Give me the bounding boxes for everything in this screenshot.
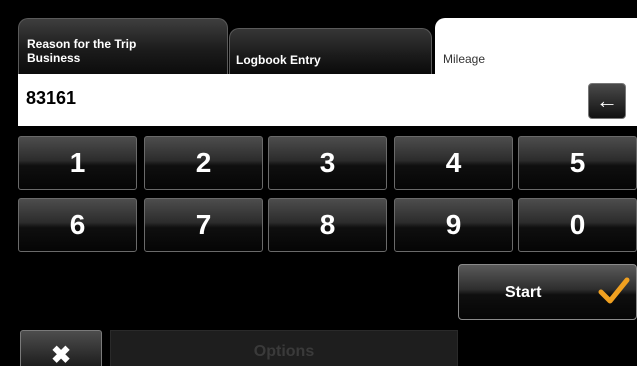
mileage-entry-screen: Reason for the Trip Business Logbook Ent… <box>0 0 637 366</box>
key-0[interactable]: 0 <box>518 198 637 252</box>
close-button[interactable]: ✖ <box>20 330 102 366</box>
tab-reason-title: Reason for the Trip <box>27 37 137 51</box>
backspace-button[interactable]: ← <box>588 83 626 119</box>
key-8[interactable]: 8 <box>268 198 387 252</box>
key-4[interactable]: 4 <box>394 136 513 190</box>
mileage-input-field[interactable]: 83161 <box>18 74 637 126</box>
key-7[interactable]: 7 <box>144 198 263 252</box>
tab-mileage[interactable]: Mileage <box>435 18 637 78</box>
key-6[interactable]: 6 <box>18 198 137 252</box>
backspace-arrow-icon: ← <box>596 88 618 113</box>
mileage-input-value: 83161 <box>26 88 77 108</box>
key-1[interactable]: 1 <box>18 136 137 190</box>
close-icon: ✖ <box>50 342 72 366</box>
tab-reason-value: Business <box>27 51 81 65</box>
tab-reason-for-trip[interactable]: Reason for the Trip Business <box>18 18 228 74</box>
tab-logbook-label: Logbook Entry <box>236 53 321 67</box>
options-button: Options <box>110 330 458 366</box>
start-label: Start <box>505 284 542 301</box>
key-3[interactable]: 3 <box>268 136 387 190</box>
key-5[interactable]: 5 <box>518 136 637 190</box>
key-2[interactable]: 2 <box>144 136 263 190</box>
tab-logbook-entry[interactable]: Logbook Entry <box>229 28 432 74</box>
start-button[interactable]: Start <box>458 264 637 320</box>
key-9[interactable]: 9 <box>394 198 513 252</box>
checkmark-icon <box>598 277 630 304</box>
options-label: Options <box>253 343 315 360</box>
tab-mileage-label: Mileage <box>443 52 486 66</box>
